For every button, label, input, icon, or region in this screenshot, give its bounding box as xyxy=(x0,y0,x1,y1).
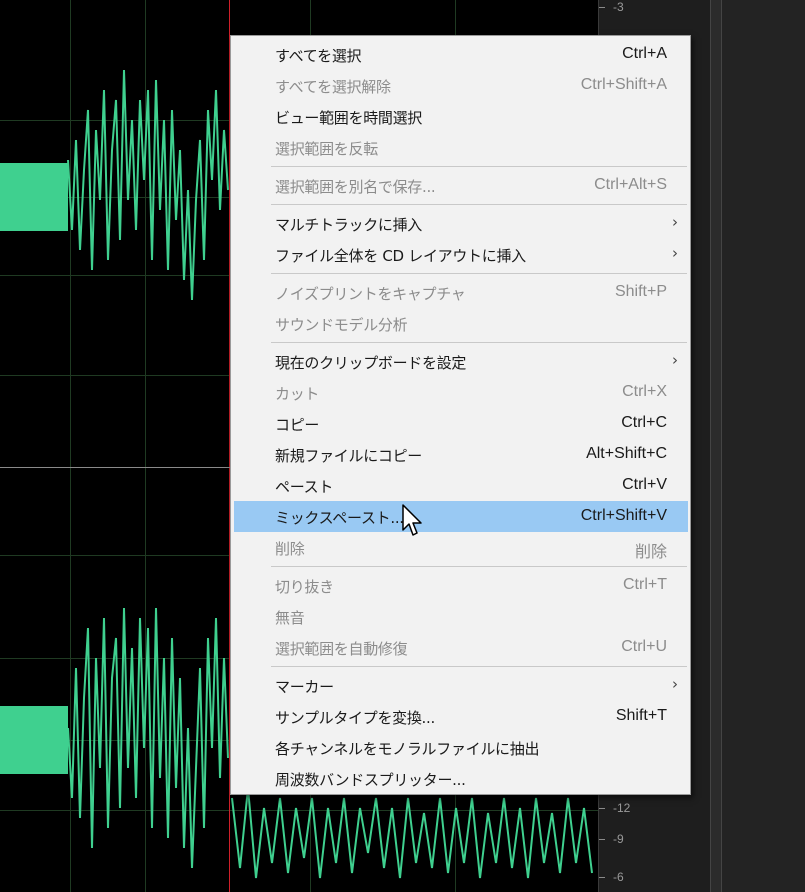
db-label: -6 xyxy=(613,870,624,884)
menu-item-label: 削除 xyxy=(275,540,305,558)
menu-item-label: ファイル全体を CD レイアウトに挿入 xyxy=(275,247,526,265)
menu-item-shortcut: Ctrl+T xyxy=(623,576,667,593)
menu-item-label: 無音 xyxy=(275,609,305,627)
menu-item-6[interactable]: マルチトラックに挿入 › xyxy=(234,208,688,239)
menu-item-shortcut: 削除 xyxy=(634,544,667,561)
menu-item-label: すべてを選択 xyxy=(275,47,362,65)
menu-item-label: ペースト xyxy=(275,478,334,496)
menu-item-label: すべてを選択解除 xyxy=(275,78,391,96)
menu-item-9[interactable]: サウンドモデル分析 xyxy=(234,308,688,339)
menu-item-4[interactable]: 選択範囲を反転 xyxy=(234,132,688,163)
menu-item-shortcut: Ctrl+A xyxy=(622,45,667,62)
db-tick xyxy=(599,7,605,8)
menu-separator xyxy=(271,666,687,667)
menu-separator xyxy=(271,166,687,167)
menu-item-shortcut: Ctrl+U xyxy=(621,638,667,655)
menu-item-shortcut: Ctrl+Alt+S xyxy=(594,176,667,193)
menu-item-label: 各チャンネルをモノラルファイルに抽出 xyxy=(275,740,540,758)
menu-item-label: ミックスペースト... xyxy=(275,509,404,527)
menu-separator xyxy=(271,566,687,567)
menu-item-18[interactable]: 無音 xyxy=(234,601,688,632)
menu-item-shortcut: Ctrl+C xyxy=(621,414,667,431)
menu-item-11[interactable]: カット Ctrl+X xyxy=(234,377,688,408)
menu-item-label: ビュー範囲を時間選択 xyxy=(275,109,423,127)
menu-item-shortcut: Ctrl+V xyxy=(622,476,667,493)
menu-item-17[interactable]: 切り抜き Ctrl+T xyxy=(234,570,688,601)
menu-item-label: カット xyxy=(275,385,320,403)
menu-item-20[interactable]: マーカー › xyxy=(234,670,688,701)
menu-item-shortcut: Ctrl+Shift+A xyxy=(580,76,667,93)
chevron-right-icon: › xyxy=(672,213,678,231)
menu-item-label: 新規ファイルにコピー xyxy=(275,447,423,465)
menu-item-shortcut: Ctrl+Shift+V xyxy=(580,507,667,524)
menu-item-16[interactable]: 削除 削除 xyxy=(234,532,688,563)
menu-item-1[interactable]: すべてを選択 Ctrl+A xyxy=(234,39,688,70)
menu-item-23[interactable]: 周波数バンドスプリッター... xyxy=(234,763,688,794)
menu-item-12[interactable]: コピー Ctrl+C xyxy=(234,408,688,439)
menu-item-19[interactable]: 選択範囲を自動修復 Ctrl+U xyxy=(234,632,688,663)
chevron-right-icon: › xyxy=(672,244,678,262)
db-label: -12 xyxy=(613,801,631,815)
menu-separator xyxy=(271,273,687,274)
menu-separator xyxy=(271,342,687,343)
context-menu: すべてを選択 Ctrl+A すべてを選択解除 Ctrl+Shift+A ビュー範囲を時間… xyxy=(230,35,691,795)
menu-item-8[interactable]: ノイズプリントをキャプチャ Shift+P xyxy=(234,277,688,308)
menu-item-2[interactable]: すべてを選択解除 Ctrl+Shift+A xyxy=(234,70,688,101)
menu-item-label: サンプルタイプを変換... xyxy=(275,709,435,727)
menu-item-15[interactable]: ミックスペースト... Ctrl+Shift+V xyxy=(234,501,688,532)
menu-item-14[interactable]: ペースト Ctrl+V xyxy=(234,470,688,501)
menu-item-label: 現在のクリップボードを設定 xyxy=(275,354,467,372)
menu-separator xyxy=(271,204,687,205)
menu-item-label: マーカー xyxy=(275,678,334,696)
menu-item-21[interactable]: サンプルタイプを変換... Shift+T xyxy=(234,701,688,732)
scrollbar-strip[interactable] xyxy=(710,0,722,892)
menu-item-shortcut: Ctrl+X xyxy=(622,383,667,400)
chevron-right-icon: › xyxy=(672,351,678,369)
menu-item-22[interactable]: 各チャンネルをモノラルファイルに抽出 xyxy=(234,732,688,763)
menu-item-7[interactable]: ファイル全体を CD レイアウトに挿入 › xyxy=(234,239,688,270)
menu-item-10[interactable]: 現在のクリップボードを設定 › xyxy=(234,346,688,377)
menu-item-label: コピー xyxy=(275,416,320,434)
menu-item-label: ノイズプリントをキャプチャ xyxy=(275,285,466,303)
menu-item-label: 選択範囲を反転 xyxy=(275,140,378,158)
menu-item-label: マルチトラックに挿入 xyxy=(275,216,423,234)
side-panel xyxy=(722,0,805,892)
menu-item-5[interactable]: 選択範囲を別名で保存... Ctrl+Alt+S xyxy=(234,170,688,201)
menu-item-shortcut: Shift+P xyxy=(614,283,667,300)
db-tick xyxy=(599,839,605,840)
menu-item-label: 選択範囲を自動修復 xyxy=(275,640,408,658)
db-label: -3 xyxy=(613,0,624,14)
menu-item-label: 選択範囲を別名で保存... xyxy=(275,178,436,196)
db-label: -9 xyxy=(613,832,624,846)
menu-item-label: サウンドモデル分析 xyxy=(275,316,408,334)
db-tick xyxy=(599,877,605,878)
menu-item-label: 周波数バンドスプリッター... xyxy=(275,771,466,789)
menu-item-label: 切り抜き xyxy=(275,578,334,596)
menu-item-shortcut: Shift+T xyxy=(615,707,667,724)
db-tick xyxy=(599,808,605,809)
chevron-right-icon: › xyxy=(672,675,678,693)
menu-item-shortcut: Alt+Shift+C xyxy=(586,445,667,462)
menu-item-13[interactable]: 新規ファイルにコピー Alt+Shift+C xyxy=(234,439,688,470)
mouse-cursor-icon xyxy=(402,504,422,536)
menu-item-3[interactable]: ビュー範囲を時間選択 xyxy=(234,101,688,132)
